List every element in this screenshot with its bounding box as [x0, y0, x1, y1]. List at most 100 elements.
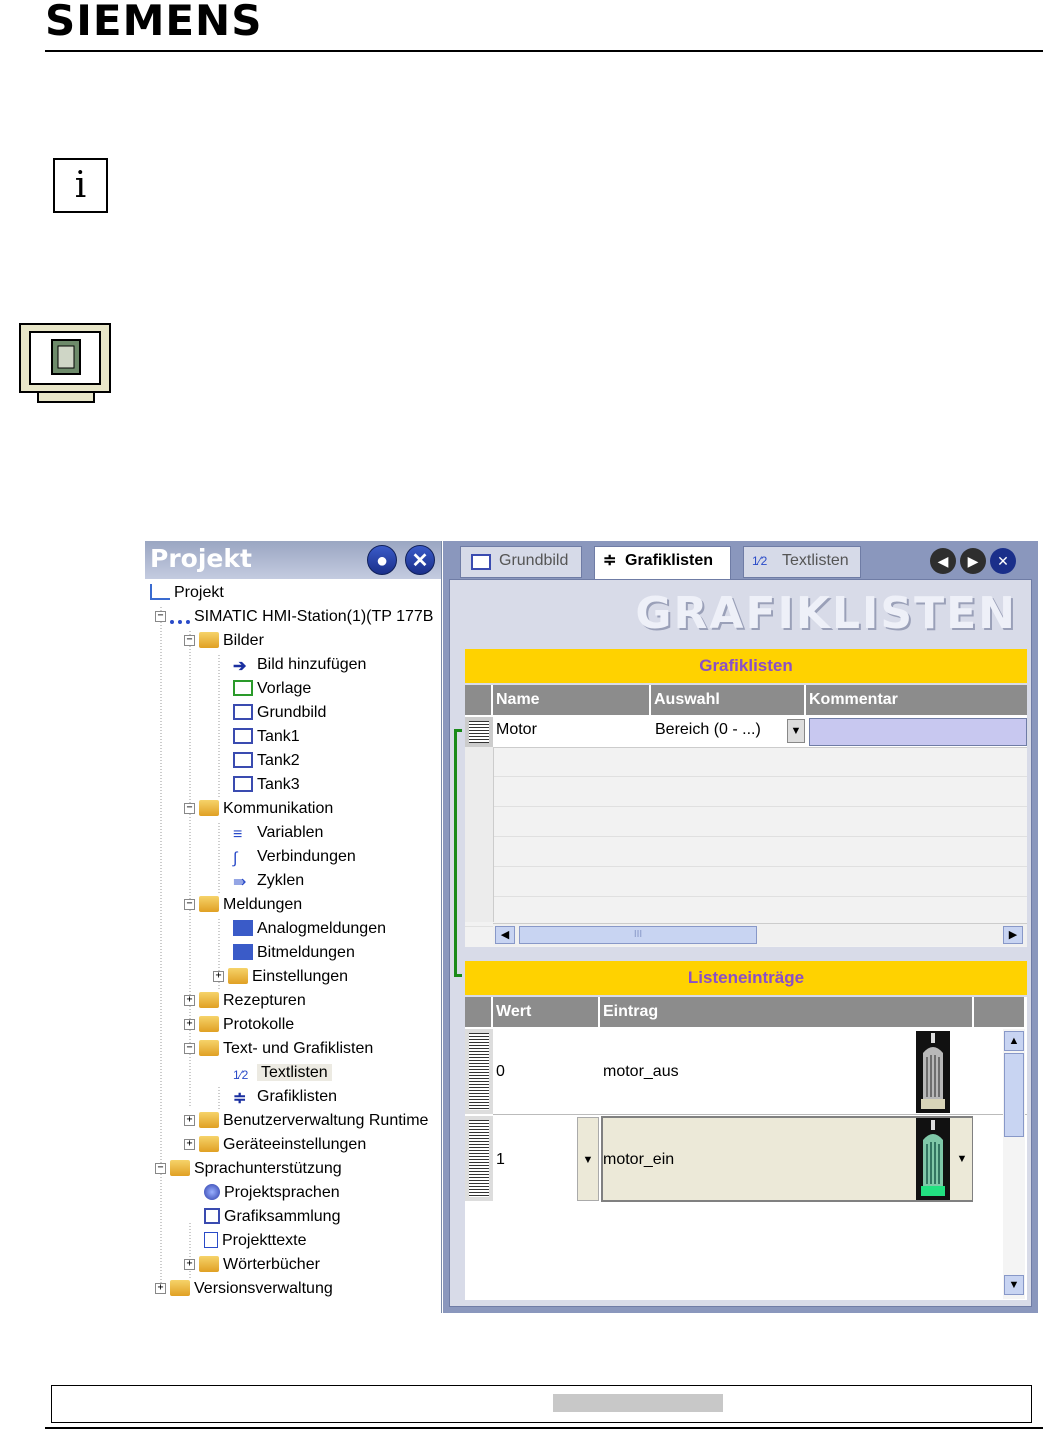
folder-icon — [199, 631, 219, 648]
cell-eintrag[interactable]: motor_ein — [603, 1151, 674, 1169]
tab-next-icon[interactable]: ▶ — [960, 548, 986, 574]
globe-icon — [204, 1183, 220, 1200]
tab-textlisten[interactable]: 1⁄2 Textlisten — [743, 546, 861, 578]
tree-label: Variablen — [257, 824, 324, 841]
cell-wert[interactable]: 0 — [496, 1063, 505, 1081]
scroll-thumb[interactable]: III — [519, 926, 757, 944]
tree-item-tank2[interactable]: Tank2 — [233, 750, 300, 772]
tree-label: Rezepturen — [223, 992, 306, 1009]
tree-item-projektsprachen[interactable]: Projektsprachen — [204, 1182, 340, 1204]
tree-item-protokolle[interactable]: + Protokolle — [184, 1014, 294, 1036]
wert-dropdown-icon[interactable]: ▼ — [577, 1117, 599, 1201]
tree-label: Protokolle — [223, 1016, 295, 1033]
cell-wert[interactable]: 1 — [496, 1151, 505, 1169]
tree-item-zyklen[interactable]: ⇛ Zyklen — [233, 870, 304, 892]
collapse-icon[interactable]: − — [184, 899, 195, 911]
tree-item-grafiklisten[interactable]: ≑ Grafiklisten — [233, 1086, 337, 1108]
tab-bar: Grundbild ≑ Grafiklisten 1⁄2 Textlisten … — [443, 541, 1038, 580]
tree-item-sprachunterstuetzung[interactable]: − Sprachunterstützung — [155, 1158, 342, 1180]
row-selector[interactable] — [465, 1116, 493, 1201]
collapse-icon[interactable]: − — [155, 1163, 166, 1175]
folder-icon — [199, 895, 219, 912]
cell-kommentar[interactable] — [809, 718, 1027, 746]
tree-item-geraeteeinstellungen[interactable]: + Geräteeinstellungen — [184, 1134, 366, 1156]
graphic-dropdown-icon[interactable]: ▼ — [952, 1118, 972, 1200]
folder-icon — [170, 1279, 190, 1296]
expand-icon[interactable]: + — [184, 1019, 195, 1031]
tree-item-grafiksammlung[interactable]: Grafiksammlung — [204, 1206, 340, 1228]
tree-item-bilder[interactable]: − Bilder — [184, 630, 264, 652]
project-panel-header: Projekt ● ✕ — [145, 541, 441, 579]
cell-eintrag[interactable]: motor_aus — [603, 1063, 679, 1081]
collapse-icon[interactable]: − — [184, 803, 195, 815]
expand-icon[interactable]: + — [184, 1259, 195, 1271]
auswahl-dropdown-icon[interactable]: ▼ — [787, 719, 805, 743]
tree-label: Tank3 — [257, 776, 300, 793]
tree-item-benutzerverwaltung[interactable]: + Benutzerverwaltung Runtime — [184, 1110, 428, 1132]
tree-label: Benutzerverwaltung Runtime — [223, 1112, 429, 1129]
tab-close-icon[interactable]: ✕ — [990, 548, 1016, 574]
col-kommentar-header[interactable]: Kommentar — [806, 685, 1027, 715]
tree-item-tank3[interactable]: Tank3 — [233, 774, 300, 796]
row-divider — [493, 1114, 1027, 1115]
tree-item-projekttexte[interactable]: Projekttexte — [204, 1230, 306, 1252]
info-icon: i — [53, 158, 108, 213]
tree-item-versionsverwaltung[interactable]: + Versionsverwaltung — [155, 1278, 333, 1300]
tree-item-verbindungen[interactable]: ∫ Verbindungen — [233, 846, 356, 868]
tree-item-kommunikation[interactable]: − Kommunikation — [184, 798, 333, 820]
row-selector[interactable] — [465, 1029, 493, 1114]
tree-item-text-und-grafiklisten[interactable]: − Text- und Grafiklisten — [184, 1038, 373, 1060]
tree-item-hmi-station[interactable]: − SIMATIC HMI-Station(1)(TP 177B — [155, 606, 433, 628]
row-selector[interactable] — [465, 717, 493, 747]
tree-item-woerterbuecher[interactable]: + Wörterbücher — [184, 1254, 320, 1276]
scroll-left-icon[interactable]: ◀ — [495, 926, 515, 944]
expand-icon[interactable]: + — [184, 1115, 195, 1127]
tree-item-projekt[interactable]: Projekt — [150, 582, 224, 604]
scroll-right-icon[interactable]: ▶ — [1003, 926, 1023, 944]
row-header-corner — [465, 685, 493, 715]
collapse-icon[interactable]: − — [155, 611, 166, 623]
tab-grafiklisten[interactable]: ≑ Grafiklisten — [594, 546, 731, 580]
tree-item-vorlage[interactable]: Vorlage — [233, 678, 311, 700]
tree-label: Verbindungen — [257, 848, 356, 865]
expand-icon[interactable]: + — [184, 1139, 195, 1151]
collapse-icon[interactable]: − — [184, 1043, 195, 1055]
close-icon[interactable]: ✕ — [405, 545, 435, 575]
tree-item-meldungen[interactable]: − Meldungen — [184, 894, 302, 916]
pin-icon[interactable]: ● — [367, 545, 397, 575]
scroll-down-icon[interactable]: ▼ — [1004, 1275, 1024, 1295]
tree-item-variablen[interactable]: ≡ Variablen — [233, 822, 323, 844]
tree-item-grundbild[interactable]: Grundbild — [233, 702, 326, 724]
tree-item-tank1[interactable]: Tank1 — [233, 726, 300, 748]
tree-item-einstellungen[interactable]: + Einstellungen — [213, 966, 348, 988]
screen-icon — [233, 775, 253, 792]
screen-icon — [471, 554, 491, 570]
expand-icon[interactable]: + — [184, 995, 195, 1007]
expand-icon[interactable]: + — [213, 971, 224, 983]
scroll-thumb-vertical[interactable] — [1004, 1053, 1024, 1137]
tree-label: Meldungen — [223, 896, 303, 913]
tree-label: Versionsverwaltung — [194, 1280, 333, 1297]
collapse-icon[interactable]: − — [184, 635, 195, 647]
cell-name[interactable]: Motor — [496, 721, 537, 739]
tree-item-rezepturen[interactable]: + Rezepturen — [184, 990, 306, 1012]
tab-grundbild[interactable]: Grundbild — [460, 546, 582, 578]
horizontal-scrollbar[interactable]: ◀ III ▶ — [493, 923, 1027, 946]
tree-item-analogmeldungen[interactable]: Analogmeldungen — [233, 918, 386, 940]
tree-item-textlisten[interactable]: 1⁄2 Textlisten — [233, 1062, 332, 1084]
vertical-scrollbar[interactable]: ▲ ▼ — [1003, 1029, 1025, 1299]
cell-auswahl[interactable]: Bereich (0 - ...) — [655, 721, 761, 739]
wincc-screenshot: Projekt ● ✕ Projekt − SIMATIC HMI-Statio… — [145, 541, 1038, 1313]
col-auswahl-header[interactable]: Auswahl — [651, 685, 806, 715]
expand-icon[interactable]: + — [155, 1283, 166, 1295]
tab-prev-icon[interactable]: ◀ — [930, 548, 956, 574]
tree-item-bitmeldungen[interactable]: Bitmeldungen — [233, 942, 355, 964]
col-eintrag-header[interactable]: Eintrag — [600, 997, 974, 1027]
scroll-up-icon[interactable]: ▲ — [1004, 1031, 1024, 1051]
texts-icon — [204, 1231, 218, 1248]
col-name-header[interactable]: Name — [493, 685, 651, 715]
grafiklisten-table: Name Auswahl Kommentar Motor Bereich (0 … — [465, 685, 1027, 947]
tree-item-bild-hinzufuegen[interactable]: ➔ Bild hinzufügen — [233, 654, 366, 676]
section-grafiklisten-header: Grafiklisten — [465, 649, 1027, 683]
col-wert-header[interactable]: Wert — [493, 997, 600, 1027]
